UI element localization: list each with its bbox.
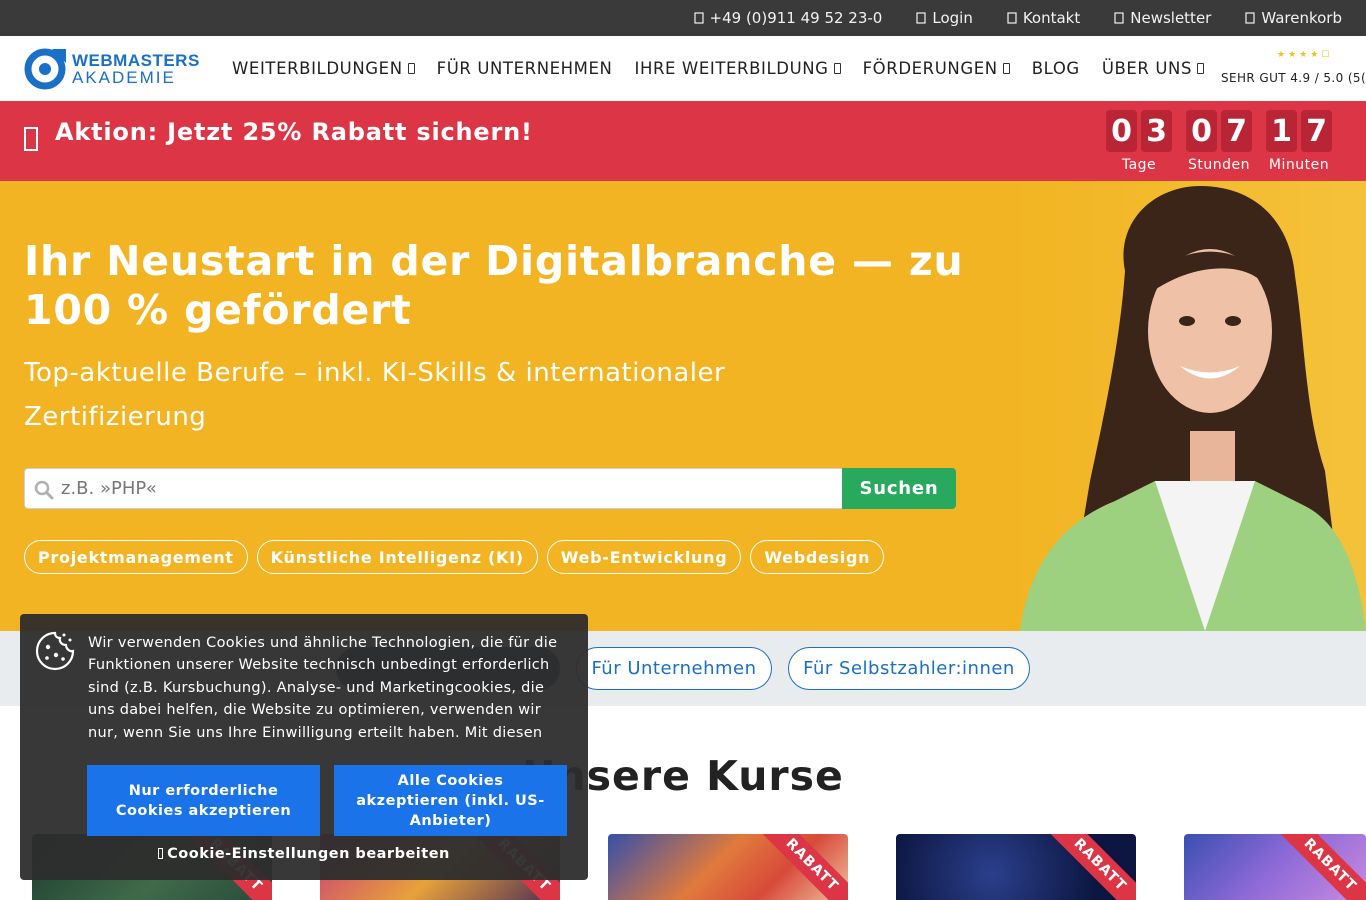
- phone-label: +49 (0)911 49 52 23-0: [709, 9, 883, 27]
- hero-title: Ihr Neustart in der Digitalbranche — zu …: [24, 237, 964, 334]
- nav-item-label: IHRE WEITERBILDUNG: [634, 59, 829, 78]
- discount-ribbon: RABATT: [753, 834, 848, 900]
- nav-item-label: WEITERBILDUNGEN: [232, 59, 403, 78]
- hero-person-image: [1005, 181, 1366, 631]
- user-icon: [916, 12, 926, 24]
- main-navigation: WEBMASTERS AKADEMIE WEITERBILDUNGEN FÜR …: [0, 36, 1366, 101]
- nav-item-ihre-weiterbildung[interactable]: IHRE WEITERBILDUNG: [635, 59, 841, 78]
- phone-link[interactable]: +49 (0)911 49 52 23-0: [693, 9, 883, 27]
- nav-item-fuer-unternehmen[interactable]: FÜR UNTERNEHMEN: [437, 59, 613, 78]
- nav-item-blog[interactable]: BLOG: [1032, 59, 1080, 78]
- rating-text: SEHR GUT 4.9 / 5.0 (5(: [1221, 71, 1366, 85]
- course-card[interactable]: RABATT: [896, 834, 1136, 900]
- search-button[interactable]: Suchen: [842, 468, 956, 509]
- course-card[interactable]: RABATT: [608, 834, 848, 900]
- cart-icon: [1245, 12, 1255, 24]
- audience-pill-unternehmen[interactable]: Für Unternehmen: [576, 647, 772, 690]
- newsletter-link[interactable]: Newsletter: [1114, 9, 1211, 27]
- logo[interactable]: WEBMASTERS AKADEMIE: [24, 46, 214, 90]
- discount-ribbon: RABATT: [1041, 834, 1136, 900]
- countdown-label: Minuten: [1268, 157, 1330, 173]
- course-card[interactable]: RABATT: [1184, 834, 1366, 900]
- cart-label: Warenkorb: [1261, 9, 1342, 27]
- cookie-icon: [35, 631, 75, 671]
- nav-item-ueber-uns[interactable]: ÜBER UNS: [1101, 59, 1205, 78]
- contact-label: Kontakt: [1022, 9, 1081, 27]
- tag-web-entwicklung[interactable]: Web-Entwicklung: [546, 540, 742, 574]
- cookie-settings-label: Cookie-Einstellungen bearbeiten: [167, 846, 450, 862]
- gift-icon: [24, 127, 38, 151]
- countdown-hours: 0 7 Stunden: [1186, 110, 1252, 173]
- hero-subtitle: Top-aktuelle Berufe – inkl. KI-Skills & …: [24, 358, 726, 432]
- discount-ribbon: RABATT: [1271, 834, 1366, 900]
- nav-item-label: ÜBER UNS: [1101, 59, 1193, 78]
- audience-pill-selbstzahler[interactable]: Für Selbstzahler:innen: [788, 647, 1030, 690]
- countdown-minutes: 1 7 Minuten: [1266, 110, 1332, 173]
- settings-icon: [158, 848, 164, 859]
- nav-item-foerderungen[interactable]: FÖRDERUNGEN: [863, 59, 1010, 78]
- contact-link[interactable]: Kontakt: [1007, 9, 1080, 27]
- chevron-down-icon: [1197, 63, 1205, 74]
- accept-required-cookies-button[interactable]: Nur erforderliche Cookies akzeptieren: [87, 765, 320, 836]
- login-link[interactable]: Login: [916, 9, 973, 27]
- search-input[interactable]: [61, 469, 831, 508]
- nav-item-label: FÖRDERUNGEN: [862, 59, 998, 78]
- nav-item-weiterbildungen[interactable]: WEITERBILDUNGEN: [232, 59, 415, 78]
- course-search: Suchen: [24, 468, 956, 509]
- countdown-digit: 0: [1106, 110, 1137, 152]
- tag-webdesign[interactable]: Webdesign: [750, 540, 885, 574]
- logo-icon: [24, 48, 66, 90]
- countdown-digit: 3: [1141, 110, 1172, 152]
- hero-section: Ihr Neustart in der Digitalbranche — zu …: [0, 181, 1366, 631]
- top-links: +49 (0)911 49 52 23-0 Login Kontakt News…: [693, 0, 1342, 36]
- cookie-text: Wir verwenden Cookies und ähnliche Techn…: [88, 635, 558, 741]
- tag-kuenstliche-intelligenz[interactable]: Künstliche Intelligenz (KI): [256, 540, 538, 574]
- search-icon: [34, 480, 54, 500]
- search-field[interactable]: [24, 468, 843, 509]
- nav-item-label: FÜR UNTERNEHMEN: [436, 59, 613, 78]
- newsletter-label: Newsletter: [1130, 9, 1212, 27]
- top-bar: +49 (0)911 49 52 23-0 Login Kontakt News…: [0, 0, 1366, 36]
- countdown-days: 0 3 Tage: [1106, 110, 1172, 173]
- rating-widget[interactable]: ★★★★☐ SEHR GUT 4.9 / 5.0 (5(: [1221, 50, 1366, 90]
- tag-projektmanagement[interactable]: Projektmanagement: [24, 540, 248, 574]
- countdown-label: Tage: [1121, 157, 1157, 173]
- login-label: Login: [932, 9, 973, 27]
- promo-text: Aktion: Jetzt 25% Rabatt sichern!: [55, 118, 533, 146]
- countdown-digit: 0: [1186, 110, 1217, 152]
- chevron-down-icon: [1002, 63, 1010, 74]
- nav-menu: WEITERBILDUNGEN FÜR UNTERNEHMEN IHRE WEI…: [232, 36, 1205, 101]
- nav-item-label: BLOG: [1031, 59, 1080, 78]
- rating-stars-icon: ★★★★☐: [1277, 50, 1333, 60]
- newsletter-icon: [1114, 12, 1124, 24]
- cookie-settings-link[interactable]: Cookie-Einstellungen bearbeiten: [20, 846, 588, 862]
- accept-all-cookies-button[interactable]: Alle Cookies akzeptieren (inkl. US-Anbie…: [334, 765, 567, 836]
- phone-icon: [693, 12, 704, 24]
- countdown-digit: 1: [1266, 110, 1297, 152]
- promo-banner[interactable]: Aktion: Jetzt 25% Rabatt sichern! 0 3 Ta…: [0, 101, 1366, 181]
- countdown-digit: 7: [1221, 110, 1252, 152]
- chevron-down-icon: [407, 63, 415, 74]
- chevron-down-icon: [833, 63, 841, 74]
- topic-tags: Projektmanagement Künstliche Intelligenz…: [24, 540, 885, 574]
- countdown-timer: 0 3 Tage 0 7 Stunden 1 7 Minuten: [1106, 110, 1332, 173]
- countdown-label: Stunden: [1188, 157, 1250, 173]
- cart-link[interactable]: Warenkorb: [1245, 9, 1342, 27]
- countdown-digit: 7: [1301, 110, 1332, 152]
- cookie-banner: Wir verwenden Cookies und ähnliche Techn…: [20, 614, 588, 880]
- envelope-icon: [1007, 12, 1017, 24]
- logo-wordmark-bottom: AKADEMIE: [72, 68, 176, 87]
